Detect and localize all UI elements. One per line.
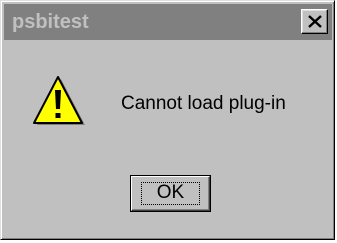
ok-button-label: OK [156,182,185,203]
window-title: psbitest [12,11,89,33]
close-icon [308,15,322,28]
close-button[interactable] [301,9,328,34]
message-dialog: psbitest Cannot load plug-in OK [0,0,335,240]
title-bar[interactable]: psbitest [4,4,332,40]
ok-button[interactable]: OK [130,175,211,212]
dialog-message: Cannot load plug-in [121,93,286,114]
warning-icon [33,76,85,125]
